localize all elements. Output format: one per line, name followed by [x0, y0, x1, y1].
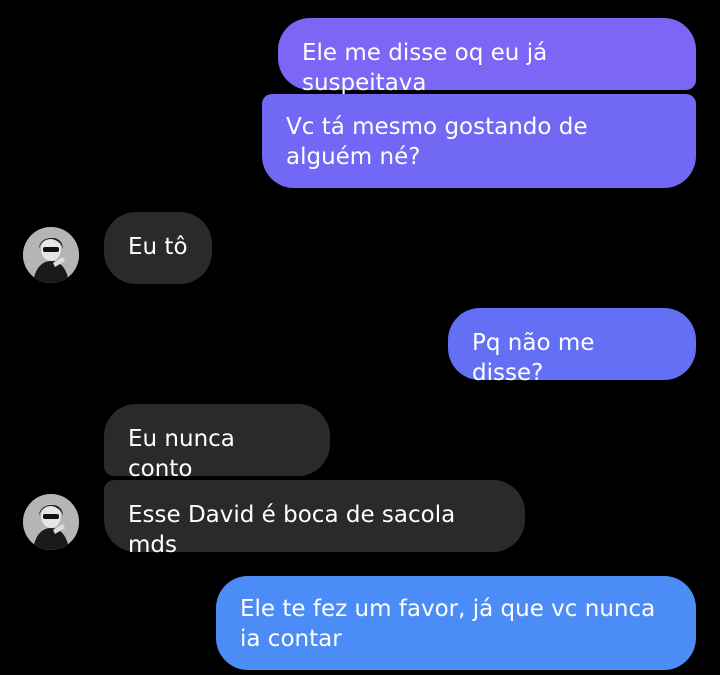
incoming-message-bubble[interactable]: Eu nunca conto	[104, 404, 330, 482]
outgoing-message-bubble[interactable]: Pq não me disse?	[448, 308, 696, 386]
contact-avatar[interactable]	[23, 494, 79, 550]
message-text: Ele me disse oq eu já suspeitava	[302, 40, 548, 96]
incoming-message-bubble[interactable]: Eu tô	[104, 212, 212, 284]
incoming-message-bubble[interactable]: Esse David é boca de sacola mds	[104, 480, 525, 558]
outgoing-message-bubble[interactable]: Ele te fez um favor, já que vc nunca ia …	[216, 576, 696, 670]
outgoing-message-bubble[interactable]: Ele me disse oq eu já suspeitava	[278, 18, 696, 96]
person-silhouette-icon	[23, 227, 79, 283]
message-text: Eu tô	[128, 234, 188, 260]
message-text: Pq não me disse?	[472, 330, 595, 386]
message-text: Eu nunca conto	[128, 426, 235, 482]
outgoing-message-bubble[interactable]: Vc tá mesmo gostando de alguém né?	[262, 94, 696, 188]
contact-avatar[interactable]	[23, 227, 79, 283]
message-text: Vc tá mesmo gostando de alguém né?	[286, 114, 588, 170]
message-text: Esse David é boca de sacola mds	[128, 502, 456, 558]
message-text: Ele te fez um favor, já que vc nunca ia …	[240, 596, 656, 652]
person-silhouette-icon	[23, 494, 79, 550]
